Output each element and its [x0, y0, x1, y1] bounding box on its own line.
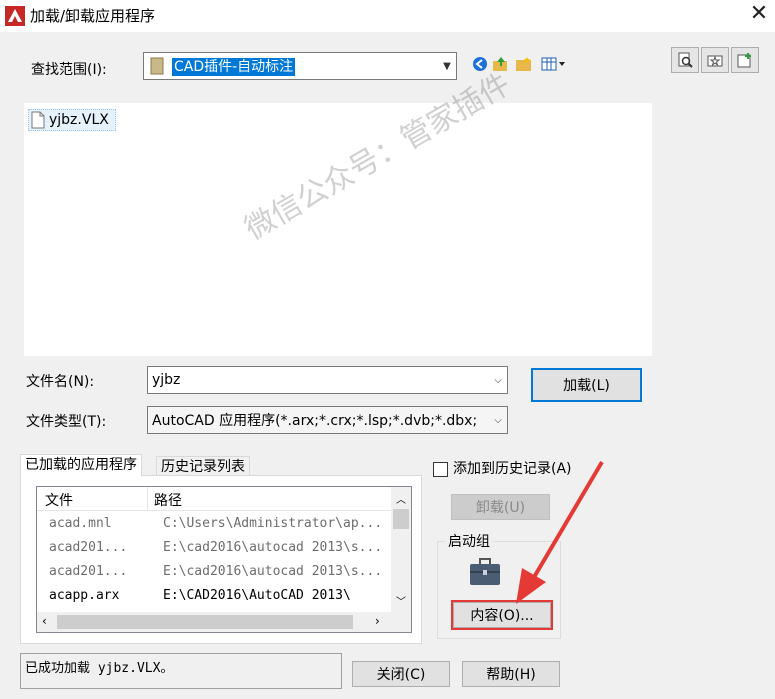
filetype-select[interactable]: AutoCAD 应用程序(*.arx;*.crx;*.lsp;*.dvb;*.d…: [147, 406, 508, 434]
tab-loaded-apps[interactable]: 已加载的应用程序: [20, 454, 142, 476]
scrollbar-corner: [391, 612, 411, 632]
filetype-label: 文件类型(T):: [26, 414, 107, 430]
views-menu-icon[interactable]: [539, 54, 569, 74]
add-favorites-icon[interactable]: [731, 47, 759, 73]
scroll-left-icon[interactable]: ‹: [42, 614, 47, 628]
scroll-right-icon[interactable]: ›: [375, 614, 380, 628]
lookin-value: CAD插件-自动标注: [172, 58, 296, 76]
close-button[interactable]: 关闭(C): [352, 661, 450, 687]
up-folder-icon[interactable]: [491, 54, 511, 74]
add-history-checkbox[interactable]: [433, 462, 448, 477]
startup-group-title: 启动组: [445, 531, 493, 551]
file-list[interactable]: yjbz.VLX: [24, 103, 652, 356]
column-header-file[interactable]: 文件: [45, 490, 73, 510]
file-name: yjbz.VLX: [49, 112, 109, 128]
row-path: E:\CAD2016\AutoCAD 2013\: [163, 588, 351, 603]
document-icon: [31, 111, 45, 129]
load-button[interactable]: 加载(L): [531, 368, 642, 402]
column-header-path[interactable]: 路径: [154, 490, 182, 510]
annotation-arrow: [516, 460, 604, 604]
briefcase-icon: [469, 558, 501, 586]
table-row[interactable]: acad201... E:\cad2016\autocad 2013\s...: [37, 560, 391, 584]
table-header: 文件 路径: [37, 487, 391, 511]
chevron-down-icon[interactable]: ▼: [438, 61, 456, 72]
filename-label: 文件名(N):: [26, 374, 95, 390]
filename-input[interactable]: yjbz: [148, 372, 489, 388]
row-file: acad201...: [49, 564, 128, 579]
loaded-apps-table[interactable]: 文件 路径 acad.mnl C:\Users\Administrator\ap…: [36, 486, 412, 633]
horizontal-scrollbar[interactable]: ‹ ›: [37, 612, 391, 632]
table-row[interactable]: acad201... E:\cad2016\autocad 2013\s...: [37, 536, 391, 560]
help-button[interactable]: 帮助(H): [462, 661, 560, 687]
chevron-down-icon[interactable]: ⌵: [489, 375, 507, 386]
file-list-item[interactable]: yjbz.VLX: [28, 109, 116, 131]
status-message: 已成功加载 yjbz.VLX。: [20, 653, 342, 689]
folder-icon: [150, 57, 164, 75]
locate-folder-icon[interactable]: [701, 47, 729, 73]
row-file: acad201...: [49, 540, 128, 555]
scroll-thumb[interactable]: [393, 509, 409, 529]
lookin-label: 查找范围(I):: [31, 62, 107, 78]
loaded-apps-panel: 文件 路径 acad.mnl C:\Users\Administrator\ap…: [20, 475, 422, 644]
autocad-app-icon: [5, 6, 25, 26]
row-path: E:\cad2016\autocad 2013\s...: [163, 564, 383, 579]
tab-history-list[interactable]: 历史记录列表: [156, 456, 250, 476]
new-folder-icon[interactable]: [514, 54, 534, 74]
scroll-down-icon[interactable]: ﹀: [396, 593, 406, 608]
table-row[interactable]: acad.mnl C:\Users\Administrator\ap...: [37, 512, 391, 536]
row-file: acapp.arx: [49, 588, 120, 603]
row-path: C:\Users\Administrator\ap...: [163, 516, 383, 531]
filetype-value: AutoCAD 应用程序(*.arx;*.crx;*.lsp;*.dvb;*.d…: [152, 413, 478, 429]
chevron-down-icon[interactable]: ⌵: [489, 415, 507, 426]
window-title: 加载/卸载应用程序: [30, 7, 156, 25]
lookin-combobox[interactable]: CAD插件-自动标注 ▼: [143, 52, 457, 80]
find-file-icon[interactable]: [671, 47, 699, 73]
close-window-button[interactable]: ✕: [746, 3, 772, 27]
filename-combobox[interactable]: yjbz ⌵: [147, 366, 508, 394]
back-arrow-icon[interactable]: [470, 54, 490, 74]
scroll-thumb[interactable]: [57, 615, 353, 629]
vertical-scrollbar[interactable]: ︿ ﹀: [391, 487, 411, 612]
row-file: acad.mnl: [49, 516, 112, 531]
table-row[interactable]: acapp.arx E:\CAD2016\AutoCAD 2013\: [37, 584, 391, 608]
row-path: E:\cad2016\autocad 2013\s...: [163, 540, 383, 555]
scroll-up-icon[interactable]: ︿: [396, 491, 406, 506]
